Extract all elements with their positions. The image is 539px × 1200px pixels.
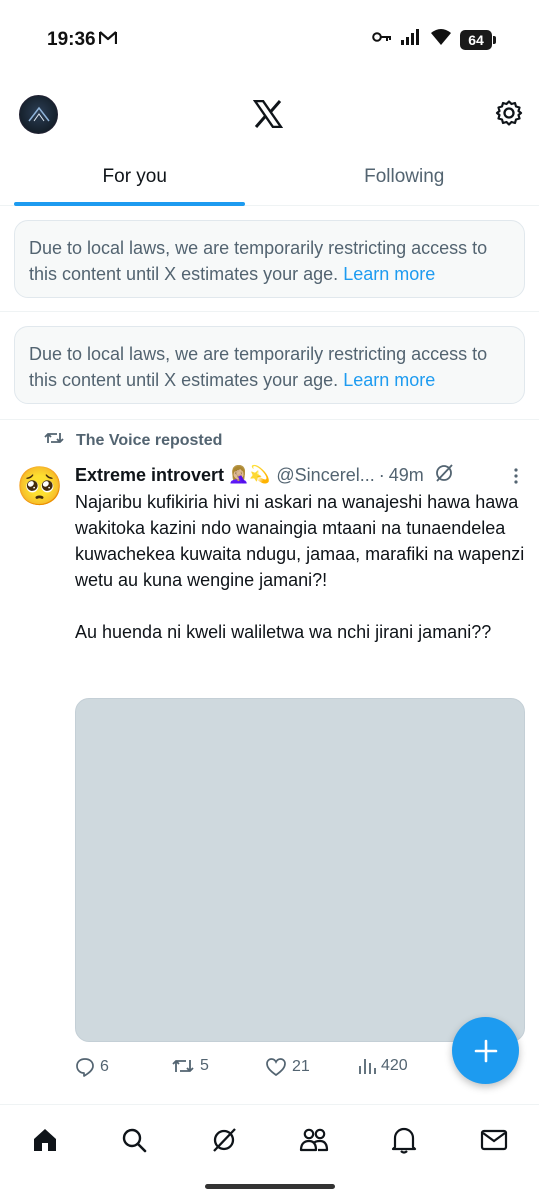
author-name[interactable]: Extreme introvert bbox=[75, 465, 224, 486]
reply-icon bbox=[76, 1058, 94, 1077]
reply-button[interactable]: 6 bbox=[75, 1057, 109, 1077]
compose-post-button[interactable] bbox=[452, 1017, 519, 1084]
tweet-author-avatar[interactable]: 🥺 bbox=[16, 466, 63, 508]
active-tab-indicator bbox=[14, 202, 245, 206]
learn-more-link[interactable]: Learn more bbox=[343, 370, 435, 390]
repost-button[interactable]: 5 bbox=[171, 1057, 209, 1075]
grok-icon[interactable] bbox=[209, 1125, 239, 1155]
tweet-actions: 6 5 21 420 bbox=[75, 1055, 515, 1081]
messages-icon[interactable] bbox=[479, 1125, 509, 1155]
settings-gear-icon[interactable] bbox=[495, 99, 523, 132]
profile-avatar[interactable] bbox=[19, 95, 58, 134]
x-logo-icon[interactable] bbox=[252, 99, 284, 133]
tab-for-you[interactable]: For you bbox=[0, 150, 270, 205]
repost-label: The Voice reposted bbox=[76, 431, 223, 449]
like-count: 21 bbox=[292, 1058, 310, 1075]
battery-icon: 64 bbox=[460, 29, 496, 50]
search-icon[interactable] bbox=[119, 1125, 149, 1155]
repost-context[interactable]: The Voice reposted bbox=[44, 430, 222, 451]
status-icons: 64 bbox=[372, 28, 496, 51]
plus-icon bbox=[474, 1039, 497, 1062]
notifications-icon[interactable] bbox=[389, 1125, 419, 1155]
reply-count: 6 bbox=[100, 1058, 109, 1075]
gesture-home-indicator[interactable] bbox=[205, 1184, 335, 1189]
author-handle[interactable]: @Sincerel... bbox=[276, 465, 374, 486]
author-name-emoji: 🤦🏼‍♀️💫 bbox=[228, 465, 271, 484]
timeline-tabs: For you Following bbox=[0, 150, 539, 206]
repost-count: 5 bbox=[200, 1057, 209, 1074]
age-restriction-notice: Due to local laws, we are temporarily re… bbox=[14, 326, 525, 404]
tab-for-you-label: For you bbox=[102, 166, 167, 187]
views-button[interactable]: 420 bbox=[358, 1057, 408, 1075]
tweet-text: Najaribu kufikiria hivi ni askari na wan… bbox=[75, 492, 525, 642]
grok-icon[interactable] bbox=[434, 463, 454, 488]
tab-following-label: Following bbox=[364, 166, 445, 187]
tweet-media-placeholder[interactable] bbox=[75, 698, 525, 1042]
home-icon[interactable] bbox=[30, 1125, 60, 1155]
heart-icon bbox=[266, 1058, 286, 1077]
divider bbox=[0, 419, 539, 420]
status-time: 19:36 bbox=[47, 29, 96, 50]
tweet-time[interactable]: 49m bbox=[389, 465, 424, 486]
learn-more-link[interactable]: Learn more bbox=[343, 264, 435, 284]
vpn-key-icon bbox=[372, 30, 392, 49]
view-count: 420 bbox=[381, 1057, 408, 1074]
tab-following[interactable]: Following bbox=[270, 150, 539, 205]
analytics-icon bbox=[359, 1059, 376, 1074]
top-header bbox=[0, 88, 539, 142]
status-bar: 19:36 64 bbox=[0, 0, 539, 80]
age-restriction-notice: Due to local laws, we are temporarily re… bbox=[14, 220, 525, 298]
wifi-icon bbox=[430, 28, 452, 51]
tweet-header: Extreme introvert 🤦🏼‍♀️💫 @Sincerel... · … bbox=[75, 462, 515, 488]
repost-icon bbox=[172, 1060, 194, 1072]
repost-icon bbox=[44, 430, 64, 451]
more-options-icon[interactable] bbox=[513, 467, 519, 490]
communities-icon[interactable] bbox=[299, 1125, 329, 1155]
bottom-navigation bbox=[0, 1104, 539, 1174]
signal-icon bbox=[400, 28, 422, 51]
separator-dot: · bbox=[378, 464, 385, 485]
gmail-icon bbox=[98, 30, 118, 51]
like-button[interactable]: 21 bbox=[265, 1057, 310, 1077]
divider bbox=[0, 311, 539, 312]
